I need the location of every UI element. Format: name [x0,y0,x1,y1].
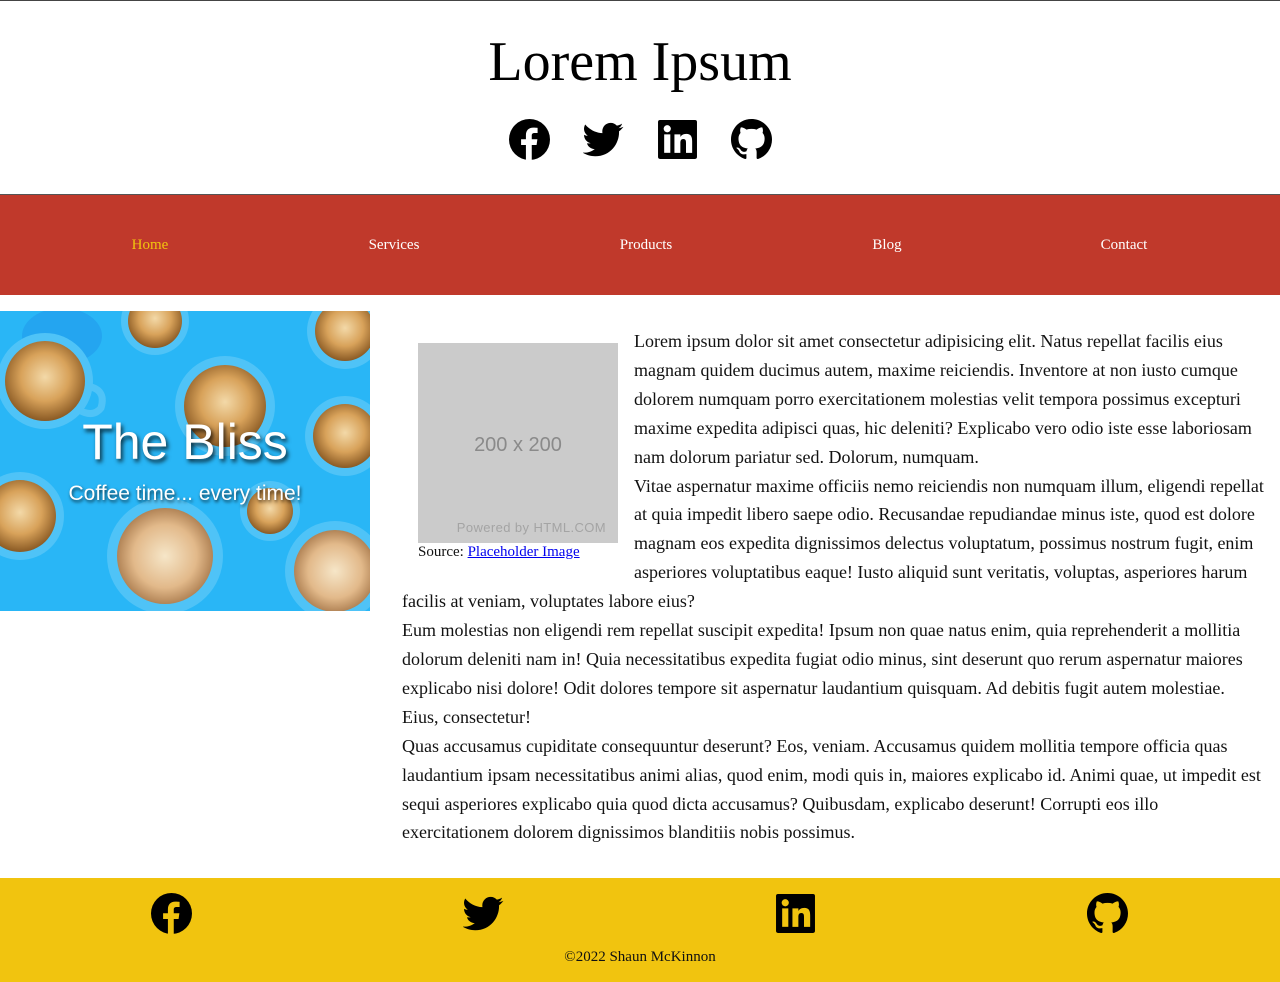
linkedin-icon[interactable] [775,893,816,934]
nav-item-products[interactable]: Products [620,236,673,254]
footer-social-links [0,893,1280,935]
placeholder-image-link[interactable]: Placeholder Image [468,544,580,560]
main-content: 200 x 200 Powered by HTML.COM Source: Pl… [402,327,1264,847]
nav-item-services[interactable]: Services [369,236,420,254]
figure-caption: Source: Placeholder Image [418,544,618,560]
paragraph-3: Eum molestias non eligendi rem repellat … [402,620,1243,727]
site-header: Lorem Ipsum [0,1,1280,194]
nav-item-home[interactable]: Home [132,236,169,254]
linkedin-icon[interactable] [657,119,698,160]
placeholder-image: 200 x 200 Powered by HTML.COM [418,343,618,543]
hero-title: The Bliss [82,414,288,470]
main-nav: Home Services Products Blog Contact [0,194,1280,295]
placeholder-figure: 200 x 200 Powered by HTML.COM Source: Pl… [418,343,618,560]
site-title: Lorem Ipsum [488,31,792,93]
twitter-icon[interactable] [463,893,504,934]
site-footer: ©2022 Shaun McKinnon [0,878,1280,982]
paragraph-4: Quas accusamus cupiditate consequuntur d… [402,735,1261,843]
twitter-icon[interactable] [582,119,624,160]
facebook-icon[interactable] [508,119,550,160]
hero-banner: The Bliss Coffee time... every time! [0,311,370,611]
hero-subtitle: Coffee time... every time! [68,482,302,505]
header-social-links [0,119,1280,161]
placeholder-powered-label: Powered by HTML.COM [456,520,606,535]
github-icon[interactable] [730,119,772,160]
placeholder-size-label: 200 x 200 [474,434,562,456]
caption-source-label: Source: [418,544,464,560]
nav-item-blog[interactable]: Blog [872,236,901,254]
github-icon[interactable] [1087,893,1128,934]
copyright-text: ©2022 Shaun McKinnon [564,949,716,965]
facebook-icon[interactable] [151,893,192,934]
nav-item-contact[interactable]: Contact [1101,236,1148,254]
